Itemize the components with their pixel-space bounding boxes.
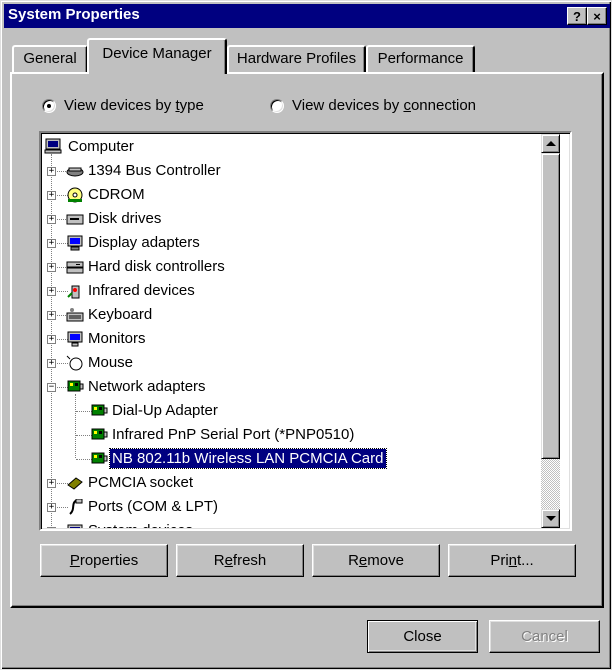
network-card-icon <box>91 452 108 464</box>
tree-node-label: CDROM <box>88 186 145 203</box>
hard-disk-controller-icon <box>66 261 84 274</box>
tree-node-label: Mouse <box>88 354 134 371</box>
window-title: System Properties <box>8 6 140 23</box>
print-button[interactable]: Print... <box>448 544 576 577</box>
tree-node-infrared-devices[interactable]: + Infrared devices <box>44 280 541 302</box>
cancel-button: Cancel <box>489 620 600 653</box>
radio-circle <box>42 99 56 113</box>
tab-general[interactable]: General <box>12 45 88 73</box>
tree-node-label: System devices <box>86 521 195 528</box>
help-icon: ? <box>573 9 581 24</box>
close-button[interactable]: Close <box>367 620 478 653</box>
refresh-button[interactable]: Refresh <box>176 544 304 577</box>
title-bar[interactable]: System Properties ? × <box>4 4 610 28</box>
expand-icon[interactable]: + <box>47 239 56 248</box>
expand-icon[interactable]: + <box>47 263 56 272</box>
remove-button[interactable]: Remove <box>312 544 440 577</box>
tree-node-label: Infrared PnP Serial Port (*PNP0510) <box>112 426 355 443</box>
radio-checked-dot <box>47 104 51 108</box>
tree-node-ports-com-lpt[interactable]: + Ports (COM & LPT) <box>44 496 541 518</box>
tree-node-disk-drives[interactable]: + Disk drives <box>44 208 541 230</box>
view-by-type-label: View devices by type <box>64 97 204 114</box>
bus-controller-icon <box>66 167 84 177</box>
expand-icon[interactable]: + <box>47 167 56 176</box>
expand-icon[interactable]: + <box>47 287 56 296</box>
tree-node-label: Computer <box>68 138 134 155</box>
tree-node-keyboard[interactable]: + Keyboard <box>44 304 541 326</box>
tree-node-label: Hard disk controllers <box>88 258 225 275</box>
tree-node-label: Disk drives <box>88 210 162 227</box>
device-tree-content: Computer +1394 Bus Controller + CDROM + Disk… <box>44 136 541 528</box>
tree-node-infrared-pnp-serial-port-pnp0510[interactable]: Infrared PnP Serial Port (*PNP0510) <box>44 424 541 446</box>
scroll-up-button[interactable] <box>541 134 560 153</box>
tree-node-label: Infrared devices <box>88 282 195 299</box>
radio-circle <box>270 99 284 113</box>
tree-node-nb-802-11b-wireless-lan-pcmcia-card[interactable]: NB 802.11b Wireless LAN PCMCIA Card <box>44 448 541 470</box>
tree-node-label: Keyboard <box>88 306 153 323</box>
tree-node-network-adapters[interactable]: − Network adapters <box>44 376 541 398</box>
tree-node-label: Ports (COM & LPT) <box>88 498 219 515</box>
tree-node-hard-disk-controllers[interactable]: + Hard disk controllers <box>44 256 541 278</box>
network-adapter-icon <box>67 380 84 392</box>
close-window-button[interactable]: × <box>587 7 607 25</box>
tree-node-monitors[interactable]: + Monitors <box>44 328 541 350</box>
keyboard-icon <box>66 308 84 322</box>
tab-performance[interactable]: Performance <box>366 45 475 73</box>
close-icon: × <box>593 9 601 24</box>
tree-node-system-devices[interactable]: + System devices <box>44 520 541 528</box>
display-adapter-icon <box>67 235 83 251</box>
vertical-scrollbar[interactable] <box>541 134 560 528</box>
mouse-icon <box>66 355 83 371</box>
tree-node-label: PCMCIA socket <box>88 474 194 491</box>
disk-drive-icon <box>66 214 84 225</box>
expand-icon[interactable]: + <box>47 359 56 368</box>
tree-node-label: NB 802.11b Wireless LAN PCMCIA Card <box>109 448 387 469</box>
expand-icon[interactable]: + <box>47 215 56 224</box>
infrared-icon <box>67 285 80 299</box>
port-icon <box>69 499 83 515</box>
pcmcia-icon <box>67 477 83 490</box>
network-card-icon <box>91 428 108 440</box>
tree-node-display-adapters[interactable]: + Display adapters <box>44 232 541 254</box>
tree-node-label: Display adapters <box>88 234 200 251</box>
device-tree[interactable]: Computer +1394 Bus Controller + CDROM + Disk… <box>39 131 572 531</box>
monitor-icon <box>67 331 83 347</box>
tree-node-dial-up-adapter[interactable]: Dial-Up Adapter <box>44 400 541 422</box>
tree-node-label: 1394 Bus Controller <box>88 162 221 179</box>
view-by-connection-label: View devices by connection <box>292 97 477 114</box>
expand-icon[interactable]: + <box>47 527 56 528</box>
cdrom-icon <box>67 187 83 203</box>
computer-icon <box>44 138 62 154</box>
system-device-icon <box>67 524 83 528</box>
scroll-down-button[interactable] <box>541 509 560 528</box>
tree-node-label: Monitors <box>88 330 146 347</box>
help-button[interactable]: ? <box>567 7 587 25</box>
tree-node-mouse[interactable]: + Mouse <box>44 352 541 374</box>
expand-icon[interactable]: + <box>47 503 56 512</box>
tree-node-label: Dial-Up Adapter <box>112 402 218 419</box>
tab-device-manager[interactable]: Device Manager <box>87 38 227 74</box>
network-card-icon <box>91 404 108 416</box>
arrow-down-icon <box>546 516 556 521</box>
expand-icon[interactable]: + <box>47 191 56 200</box>
collapse-icon[interactable]: − <box>47 383 56 392</box>
scroll-thumb[interactable] <box>541 153 560 459</box>
expand-icon[interactable]: + <box>47 479 56 488</box>
tab-hardware-profiles[interactable]: Hardware Profiles <box>227 45 366 73</box>
tree-node-pcmcia-socket[interactable]: + PCMCIA socket <box>44 472 541 494</box>
tree-node-label: Network adapters <box>88 378 206 395</box>
system-properties-window: System Properties ? × General Device Man… <box>0 0 612 670</box>
arrow-up-icon <box>546 141 556 146</box>
tree-node-1394-bus-controller[interactable]: +1394 Bus Controller <box>44 160 541 182</box>
expand-icon[interactable]: + <box>47 311 56 320</box>
expand-icon[interactable]: + <box>47 335 56 344</box>
properties-button[interactable]: Properties <box>40 544 168 577</box>
tree-node-cdrom[interactable]: + CDROM <box>44 184 541 206</box>
